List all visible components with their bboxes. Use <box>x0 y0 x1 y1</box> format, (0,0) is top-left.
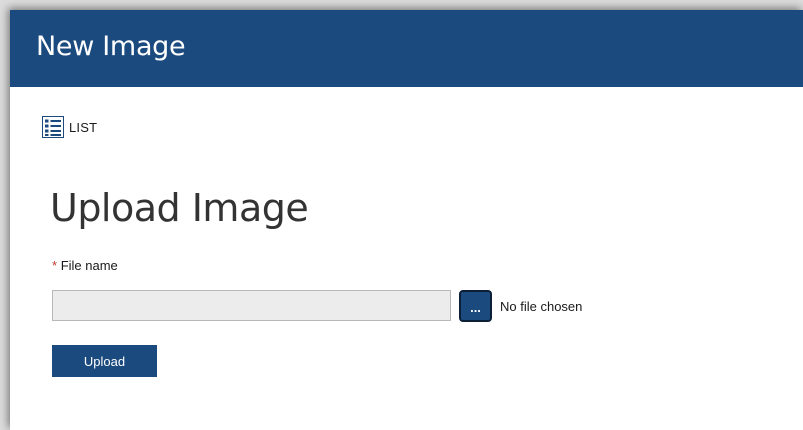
browse-button[interactable]: ... <box>459 290 492 322</box>
list-link-label: LIST <box>69 119 98 135</box>
page-header: New Image <box>10 10 803 87</box>
required-marker: * <box>52 258 58 273</box>
header-title: New Image <box>36 31 186 62</box>
page-heading: Upload Image <box>50 186 309 230</box>
list-link[interactable]: LIST <box>42 116 97 138</box>
file-name-label: * File name <box>52 258 118 273</box>
file-status-text: No file chosen <box>500 299 583 314</box>
upload-button[interactable]: Upload <box>52 345 157 377</box>
list-icon <box>42 116 64 138</box>
file-name-input[interactable] <box>52 290 451 321</box>
file-name-label-text: File name <box>60 258 118 273</box>
app-window: New Image LIST Upload Image * File name … <box>10 10 803 430</box>
